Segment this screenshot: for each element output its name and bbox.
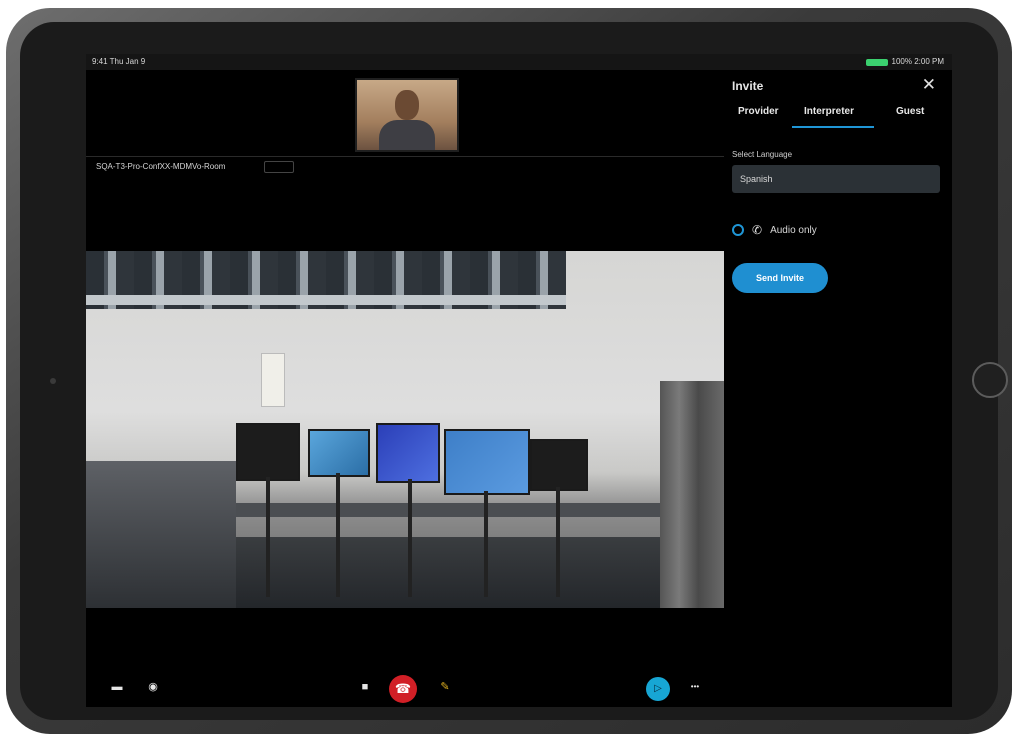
call-area: SQA-T3-Pro-ConfXX-MDMVo-Room ▬ ◉ ■ ☎ ✎ ▷…: [86, 70, 724, 707]
battery-icon: [865, 58, 888, 66]
video-tv-5: [530, 439, 588, 491]
front-camera: [50, 378, 56, 384]
mute-icon[interactable]: ✎: [434, 676, 456, 698]
video-stand: [266, 477, 270, 597]
room-label-tag: [264, 161, 294, 173]
video-stand: [336, 473, 340, 597]
video-icon[interactable]: ■: [354, 676, 376, 698]
self-view-video[interactable]: [355, 78, 459, 152]
language-select[interactable]: Spanish: [732, 165, 940, 193]
audio-only-radio[interactable]: [732, 224, 744, 236]
self-view-person-head: [395, 90, 419, 120]
divider: [86, 156, 724, 157]
tab-provider[interactable]: Provider: [738, 106, 779, 117]
video-tv-4: [444, 429, 530, 495]
send-invite-button[interactable]: Send Invite: [732, 263, 828, 293]
call-controls: ▬ ◉ ■ ☎ ✎ ▷ •••: [86, 666, 724, 706]
status-right-text: 100% 2:00 PM: [891, 57, 944, 66]
phone-icon: ✆: [752, 223, 763, 237]
video-stand: [408, 479, 412, 597]
more-button[interactable]: •••: [684, 676, 706, 698]
tab-interpreter[interactable]: Interpreter: [804, 106, 854, 117]
tab-guest[interactable]: Guest: [896, 106, 924, 117]
invite-tabs: Provider Interpreter Guest: [724, 106, 952, 130]
room-label: SQA-T3-Pro-ConfXX-MDMVo-Room: [96, 162, 226, 171]
video-cart: [86, 461, 236, 608]
status-right: 100% 2:00 PM: [865, 54, 944, 70]
video-tv-3: [376, 423, 440, 483]
video-stand: [484, 491, 488, 597]
close-icon[interactable]: ✕: [916, 74, 942, 96]
camera-icon[interactable]: ▬: [106, 676, 128, 698]
home-button[interactable]: [972, 362, 1008, 398]
video-tv-1: [236, 423, 300, 481]
video-ceiling-light: [86, 295, 566, 305]
screen: 9:41 Thu Jan 9 100% 2:00 PM SQA-T3-Pro-C…: [86, 54, 952, 707]
video-equipment-rack: [660, 381, 724, 608]
active-tab-indicator: [792, 126, 874, 128]
audio-only-option[interactable]: ✆ Audio only: [732, 220, 817, 240]
end-call-button[interactable]: ☎: [389, 675, 417, 703]
video-table: [236, 503, 666, 517]
phone-end-icon: ☎: [394, 681, 412, 696]
invite-panel: Invite ✕ Provider Interpreter Guest Sele…: [724, 70, 952, 707]
video-stand: [556, 487, 560, 597]
status-time: 9:41 Thu Jan 9: [92, 57, 146, 66]
language-label: Select Language: [732, 150, 793, 159]
microphone-icon[interactable]: ◉: [142, 676, 164, 698]
audio-only-label: Audio only: [770, 224, 817, 236]
video-tv-2: [308, 429, 370, 477]
invite-title: Invite: [732, 79, 764, 93]
self-view-person-body: [379, 120, 435, 150]
share-icon: ▷: [654, 683, 662, 694]
share-button[interactable]: ▷: [646, 677, 670, 701]
status-bar: 9:41 Thu Jan 9 100% 2:00 PM: [86, 54, 952, 70]
remote-video[interactable]: [86, 251, 724, 608]
video-wall-plate: [261, 353, 285, 407]
